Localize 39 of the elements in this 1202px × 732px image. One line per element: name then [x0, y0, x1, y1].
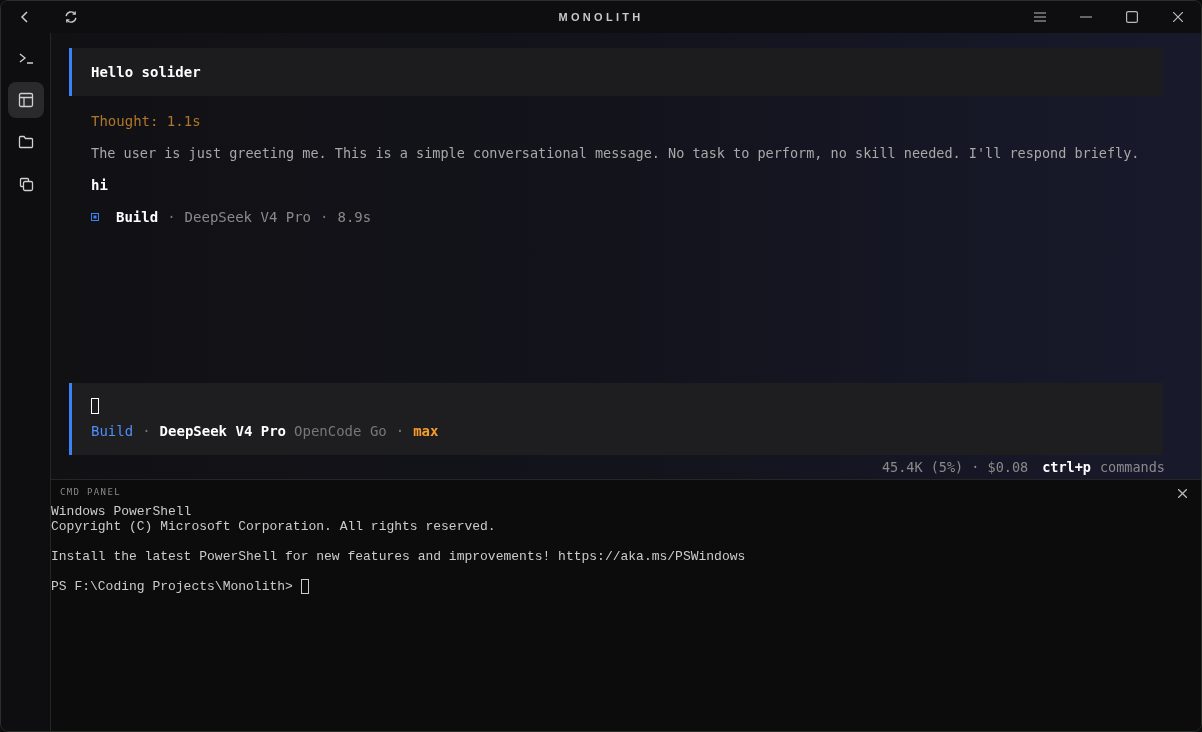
reasoning-text: The user is just greeting me. This is a simple conversational message. No task to perform, no skill needed. I'll respond briefly.: [91, 144, 1141, 163]
terminal-line: Copyright (C) Microsoft Corporation. All rights reserved.: [51, 519, 497, 534]
menu-icon: [1034, 12, 1046, 22]
usage-text: 45.4K (5%) · $0.08: [881, 457, 1029, 477]
separator: ·: [395, 422, 405, 440]
folder-icon: [16, 133, 35, 151]
square-icon: [91, 213, 99, 221]
separator: ·: [320, 208, 329, 227]
thought-duration: Thought: 1.1s: [91, 112, 202, 131]
minimize-icon: [1080, 16, 1092, 18]
assistant-reply: hi: [91, 176, 109, 195]
prompt-input[interactable]: Build · DeepSeek V4 Pro OpenCode Go · max: [69, 383, 1163, 455]
terminal-line: Install the latest PowerShell for new features and improvements! https://aka.ms/PSWindows: [51, 549, 747, 564]
agent-label: Build: [116, 208, 159, 227]
close-panel-button[interactable]: [1175, 486, 1189, 500]
window-title: MONOLITH: [557, 10, 645, 25]
provider-label: OpenCode Go: [294, 422, 387, 440]
close-icon: [1173, 12, 1183, 22]
text-cursor: [91, 398, 99, 414]
user-message: Hello solider: [91, 62, 201, 82]
refresh-icon: [64, 10, 78, 24]
duration-label: 8.9s: [337, 208, 372, 227]
variant-label[interactable]: max: [413, 422, 439, 440]
agent-label[interactable]: Build: [91, 422, 134, 440]
sidebar-item[interactable]: [7, 82, 44, 118]
model-label: DeepSeek V4 Pro: [184, 208, 312, 227]
model-label[interactable]: DeepSeek V4 Pro: [159, 422, 287, 440]
text-cursor: [300, 579, 309, 594]
back-icon: [20, 11, 30, 23]
panel-title: CMD PANEL: [59, 486, 121, 500]
maximize-icon: [1126, 11, 1138, 23]
separator: ·: [167, 208, 176, 227]
terminal-prompt: PS F:\Coding Projects\Monolith>: [51, 579, 293, 594]
terminal-line: Windows PowerShell: [51, 504, 193, 519]
separator: ·: [142, 422, 151, 440]
shortcut-label: commands: [1099, 457, 1165, 477]
shortcut-key: ctrl+p: [1042, 456, 1091, 478]
layout-icon: [16, 91, 35, 109]
close-icon: [1177, 488, 1187, 498]
